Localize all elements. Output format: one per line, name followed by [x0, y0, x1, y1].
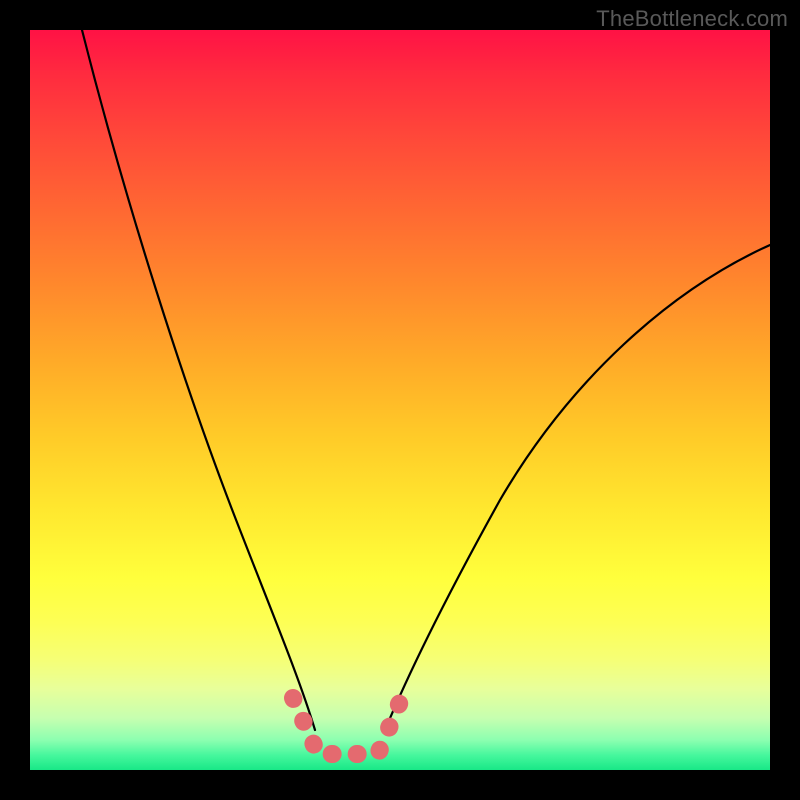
- left-curve: [82, 30, 315, 730]
- watermark-text: TheBottleneck.com: [596, 6, 788, 32]
- right-curve: [385, 245, 770, 730]
- valley-marker: [293, 697, 402, 754]
- plot-area: [30, 30, 770, 770]
- chart-frame: TheBottleneck.com: [0, 0, 800, 800]
- curve-layer: [30, 30, 770, 770]
